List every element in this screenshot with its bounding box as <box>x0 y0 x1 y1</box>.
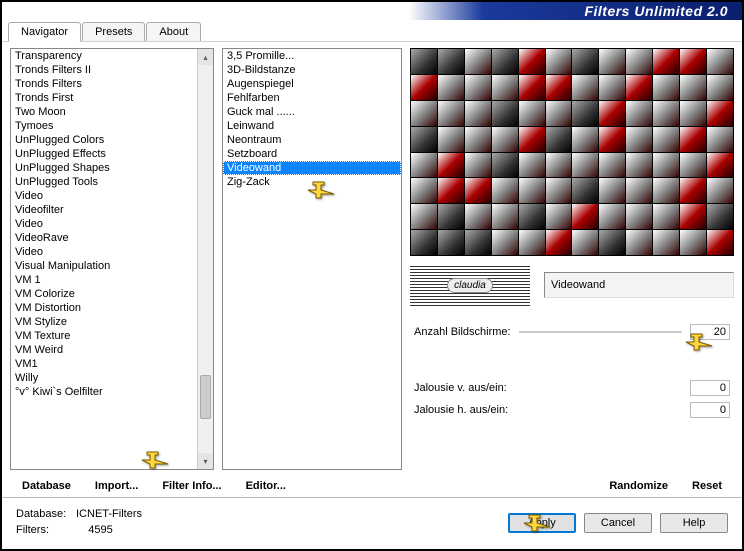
param-label: Jalousie v. aus/ein: <box>414 382 507 394</box>
list-item[interactable]: Willy <box>11 371 197 385</box>
list-item[interactable]: Tronds First <box>11 91 197 105</box>
filter-name-field: Videowand <box>544 272 734 298</box>
list-item[interactable]: Tronds Filters II <box>11 63 197 77</box>
brand-logo <box>410 264 530 306</box>
list-item[interactable]: Transparency <box>11 49 197 63</box>
list-item[interactable]: VM 1 <box>11 273 197 287</box>
list-item[interactable]: Video <box>11 217 197 231</box>
param-slider[interactable] <box>519 331 682 333</box>
list-item[interactable]: UnPlugged Shapes <box>11 161 197 175</box>
app-title: Filters Unlimited 2.0 <box>584 3 728 19</box>
list-item[interactable]: Neontraum <box>223 133 401 147</box>
list-item[interactable]: Augenspiegel <box>223 77 401 91</box>
help-button[interactable]: Help <box>660 513 728 533</box>
randomize-button[interactable]: Randomize <box>599 476 678 496</box>
list-item[interactable]: Zig-Zack <box>223 175 401 189</box>
import-button[interactable]: Import... <box>85 476 148 496</box>
filters-count-label: Filters: <box>16 523 76 538</box>
list-item[interactable]: VM1 <box>11 357 197 371</box>
filter-info-button[interactable]: Filter Info... <box>152 476 231 496</box>
category-scrollbar[interactable]: ▴ ▾ <box>197 49 213 469</box>
list-item[interactable]: UnPlugged Tools <box>11 175 197 189</box>
category-list[interactable]: TransparencyTronds Filters IITronds Filt… <box>10 48 214 470</box>
list-item[interactable]: °v° Kiwi`s Oelfilter <box>11 385 197 399</box>
list-item[interactable]: Setzboard <box>223 147 401 161</box>
param-value-input[interactable] <box>690 324 730 340</box>
list-item[interactable]: VM Stylize <box>11 315 197 329</box>
db-label: Database: <box>16 507 76 522</box>
list-item[interactable]: VM Distortion <box>11 301 197 315</box>
title-bar: Filters Unlimited 2.0 <box>2 2 742 20</box>
list-item[interactable]: Tymoes <box>11 119 197 133</box>
list-item[interactable]: Leinwand <box>223 119 401 133</box>
tab-about[interactable]: About <box>146 22 201 41</box>
filter-name-label: Videowand <box>551 279 605 291</box>
list-item[interactable]: Videofilter <box>11 203 197 217</box>
database-info: Database:ICNET-Filters Filters: 4595 <box>16 507 142 538</box>
scroll-thumb[interactable] <box>200 375 211 419</box>
list-item[interactable]: 3D-Bildstanze <box>223 63 401 77</box>
filter-preview <box>410 48 734 256</box>
apply-button[interactable]: Apply <box>508 513 576 533</box>
list-item[interactable]: Guck mal ...... <box>223 105 401 119</box>
list-item[interactable]: 3,5 Promille... <box>223 49 401 63</box>
param-value-input[interactable] <box>690 380 730 396</box>
list-item[interactable]: Video <box>11 245 197 259</box>
list-item[interactable]: Fehlfarben <box>223 91 401 105</box>
param-label: Anzahl Bildschirme: <box>414 326 511 338</box>
param-value-input[interactable] <box>690 402 730 418</box>
list-item[interactable]: Two Moon <box>11 105 197 119</box>
db-value: ICNET-Filters <box>76 507 142 522</box>
list-item[interactable]: Videowand <box>223 161 401 175</box>
editor-button[interactable]: Editor... <box>236 476 296 496</box>
param-anzahl-bildschirme: Anzahl Bildschirme: <box>414 324 730 340</box>
tab-navigator[interactable]: Navigator <box>8 22 81 42</box>
scroll-up-icon[interactable]: ▴ <box>198 49 213 65</box>
list-item[interactable]: Tronds Filters <box>11 77 197 91</box>
list-item[interactable]: Video <box>11 189 197 203</box>
reset-button[interactable]: Reset <box>682 476 732 496</box>
tab-presets[interactable]: Presets <box>82 22 145 41</box>
param-label: Jalousie h. aus/ein: <box>414 404 508 416</box>
database-button[interactable]: Database <box>12 476 81 496</box>
param-jalousie-v: Jalousie v. aus/ein: <box>414 380 730 396</box>
list-item[interactable]: VideoRave <box>11 231 197 245</box>
list-item[interactable]: UnPlugged Effects <box>11 147 197 161</box>
list-item[interactable]: Visual Manipulation <box>11 259 197 273</box>
list-item[interactable]: VM Texture <box>11 329 197 343</box>
tab-bar: Navigator Presets About <box>2 20 742 42</box>
cancel-button[interactable]: Cancel <box>584 513 652 533</box>
filter-list[interactable]: 3,5 Promille...3D-BildstanzeAugenspiegel… <box>222 48 402 470</box>
scroll-down-icon[interactable]: ▾ <box>198 453 213 469</box>
param-jalousie-h: Jalousie h. aus/ein: <box>414 402 730 418</box>
list-item[interactable]: VM Colorize <box>11 287 197 301</box>
list-item[interactable]: UnPlugged Colors <box>11 133 197 147</box>
filters-count-value: 4595 <box>88 523 112 538</box>
list-item[interactable]: VM Weird <box>11 343 197 357</box>
